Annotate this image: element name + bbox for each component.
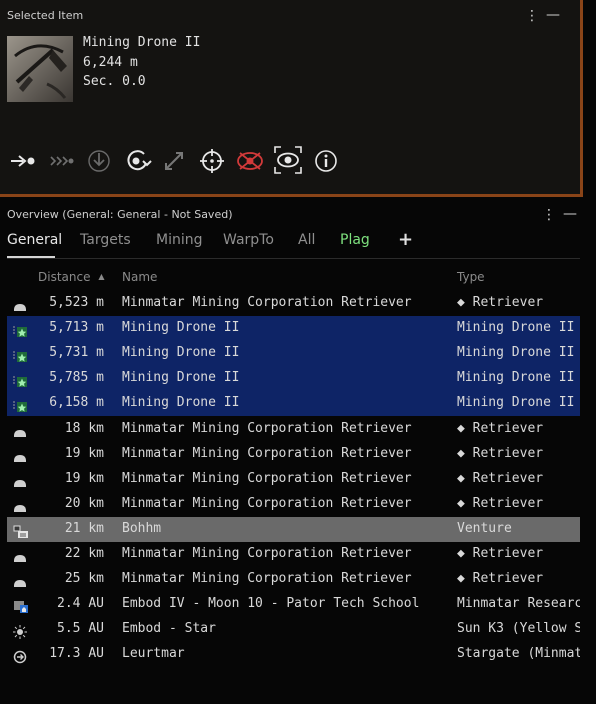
- tab-general[interactable]: General: [7, 232, 62, 248]
- distance-cell: 2.4 AU: [57, 596, 104, 612]
- table-row[interactable]: 19 km Minmatar Mining Corporation Retriev…: [7, 467, 580, 492]
- type-cell: ◆ Retriever: [457, 295, 544, 310]
- look-at-icon[interactable]: [273, 145, 303, 175]
- table-row[interactable]: 5,731 m Mining Drone II Mining Drone II: [7, 341, 580, 367]
- sort-ascending-icon: ▲: [98, 272, 105, 281]
- name-cell: Minmatar Mining Corporation Retriever: [122, 295, 412, 310]
- distance-cell: 17.3 AU: [49, 646, 104, 662]
- table-row[interactable]: 5.5 AU Embod - Star Sun K3 (Yellow S: [7, 617, 580, 642]
- name-cell: Mining Drone II: [122, 345, 240, 361]
- column-header-type[interactable]: Type: [457, 270, 485, 284]
- add-tab-button[interactable]: +: [398, 229, 413, 250]
- type-cell: ◆ Retriever: [457, 445, 544, 461]
- tab-bar-divider: [7, 258, 580, 259]
- name-cell: Mining Drone II: [122, 395, 240, 411]
- selected-item-name: Mining Drone II: [83, 35, 201, 50]
- table-row[interactable]: 17.3 AU Leurtmar Stargate (Minmata: [7, 642, 580, 667]
- name-cell: Minmatar Mining Corporation Retriever: [122, 420, 412, 436]
- name-cell: Minmatar Mining Corporation Retriever: [122, 571, 412, 587]
- name-cell: Mining Drone II: [122, 370, 240, 386]
- distance-cell: 5,713 m: [49, 320, 104, 336]
- distance-cell: 22 km: [64, 546, 104, 561]
- distance-cell: 20 km: [64, 495, 104, 511]
- orbit-icon[interactable]: [124, 147, 152, 175]
- type-cell: Sun K3 (Yellow S: [457, 621, 580, 637]
- type-cell: Mining Drone II: [457, 395, 575, 411]
- type-cell: Mining Drone II: [457, 370, 575, 386]
- tab-mining[interactable]: Mining: [156, 232, 203, 248]
- item-thumbnail: [7, 36, 73, 102]
- table-row[interactable]: 20 km Minmatar Mining Corporation Retriev…: [7, 492, 580, 517]
- table-row[interactable]: 5,713 m Mining Drone II Mining Drone II: [7, 316, 580, 342]
- tab-plag[interactable]: Plag: [340, 232, 370, 248]
- name-cell: Minmatar Mining Corporation Retriever: [122, 495, 412, 511]
- column-header-distance[interactable]: Distance ▲: [38, 270, 104, 284]
- kebab-menu-icon[interactable]: ⋮: [542, 208, 556, 222]
- info-icon[interactable]: [312, 147, 340, 175]
- name-cell: Minmatar Mining Corporation Retriever: [122, 445, 412, 461]
- table-row[interactable]: 6,158 m Mining Drone II Mining Drone II: [7, 391, 580, 417]
- name-cell: Mining Drone II: [122, 320, 240, 336]
- distance-cell: 25 km: [64, 571, 104, 587]
- tab-all[interactable]: All: [298, 232, 315, 248]
- table-row[interactable]: 21 km Bohhm Venture: [7, 516, 580, 542]
- table-row[interactable]: 22 km Minmatar Mining Corporation Retriev…: [7, 542, 580, 567]
- distance-cell: 19 km: [64, 445, 104, 461]
- column-header-name[interactable]: Name: [122, 270, 157, 284]
- dock-icon[interactable]: [85, 147, 113, 175]
- type-cell: ◆ Retriever: [457, 546, 544, 561]
- minimize-icon[interactable]: —: [563, 207, 577, 221]
- type-cell: Mining Drone II: [457, 320, 575, 336]
- name-cell: Embod - Star: [122, 621, 216, 637]
- table-row[interactable]: 5,785 m Mining Drone II Mining Drone II: [7, 366, 580, 392]
- panel-border: [580, 0, 583, 197]
- keep-at-range-icon[interactable]: [160, 147, 188, 175]
- table-row[interactable]: 25 km Minmatar Mining Corporation Retriev…: [7, 567, 580, 592]
- distance-cell: 19 km: [64, 470, 104, 486]
- distance-cell: 18 km: [64, 420, 104, 436]
- minimize-icon[interactable]: —: [546, 8, 560, 22]
- name-cell: Leurtmar: [122, 646, 185, 662]
- tab-targets[interactable]: Targets: [80, 232, 131, 248]
- selected-item-distance: 6,244 m: [83, 55, 138, 70]
- table-row[interactable]: 5,523 m Minmatar Mining Corporation Retri…: [7, 291, 580, 316]
- distance-cell: 21 km: [64, 520, 104, 536]
- type-cell: Venture: [457, 520, 512, 536]
- type-cell: Stargate (Minmata: [457, 646, 580, 662]
- table-row[interactable]: 2.4 AU Embod IV - Moon 10 - Pator Tech Sc…: [7, 592, 580, 617]
- distance-cell: 5,731 m: [49, 345, 104, 361]
- distance-cell: 6,158 m: [49, 395, 104, 411]
- type-cell: ◆ Retriever: [457, 420, 544, 436]
- approach-icon[interactable]: [9, 147, 37, 175]
- active-tab-indicator: [7, 256, 55, 258]
- unlock-target-icon[interactable]: [236, 147, 264, 175]
- column-header-distance-label: Distance: [38, 270, 91, 284]
- selected-item-title: Selected Item: [7, 9, 84, 22]
- panel-border: [0, 194, 583, 197]
- table-row[interactable]: 19 km Minmatar Mining Corporation Retriev…: [7, 442, 580, 467]
- kebab-menu-icon[interactable]: ⋮: [525, 9, 539, 23]
- type-cell: Minmatar Researcl: [457, 596, 580, 612]
- name-cell: Minmatar Mining Corporation Retriever: [122, 470, 412, 486]
- overview-title: Overview (General: General - Not Saved): [7, 208, 233, 221]
- warp-to-icon[interactable]: [48, 147, 76, 175]
- name-cell: Minmatar Mining Corporation Retriever: [122, 546, 412, 561]
- name-cell: Embod IV - Moon 10 - Pator Tech School: [122, 596, 420, 612]
- tab-warpto[interactable]: WarpTo: [223, 232, 274, 248]
- distance-cell: 5,785 m: [49, 370, 104, 386]
- lock-target-icon[interactable]: [198, 147, 226, 175]
- distance-cell: 5.5 AU: [57, 621, 104, 637]
- distance-cell: 5,523 m: [49, 295, 104, 310]
- type-cell: ◆ Retriever: [457, 495, 544, 511]
- type-cell: ◆ Retriever: [457, 571, 544, 587]
- selected-item-security: Sec. 0.0: [83, 74, 146, 89]
- name-cell: Bohhm: [122, 520, 162, 536]
- type-cell: ◆ Retriever: [457, 470, 544, 486]
- table-row[interactable]: 18 km Minmatar Mining Corporation Retriev…: [7, 417, 580, 442]
- type-cell: Mining Drone II: [457, 345, 575, 361]
